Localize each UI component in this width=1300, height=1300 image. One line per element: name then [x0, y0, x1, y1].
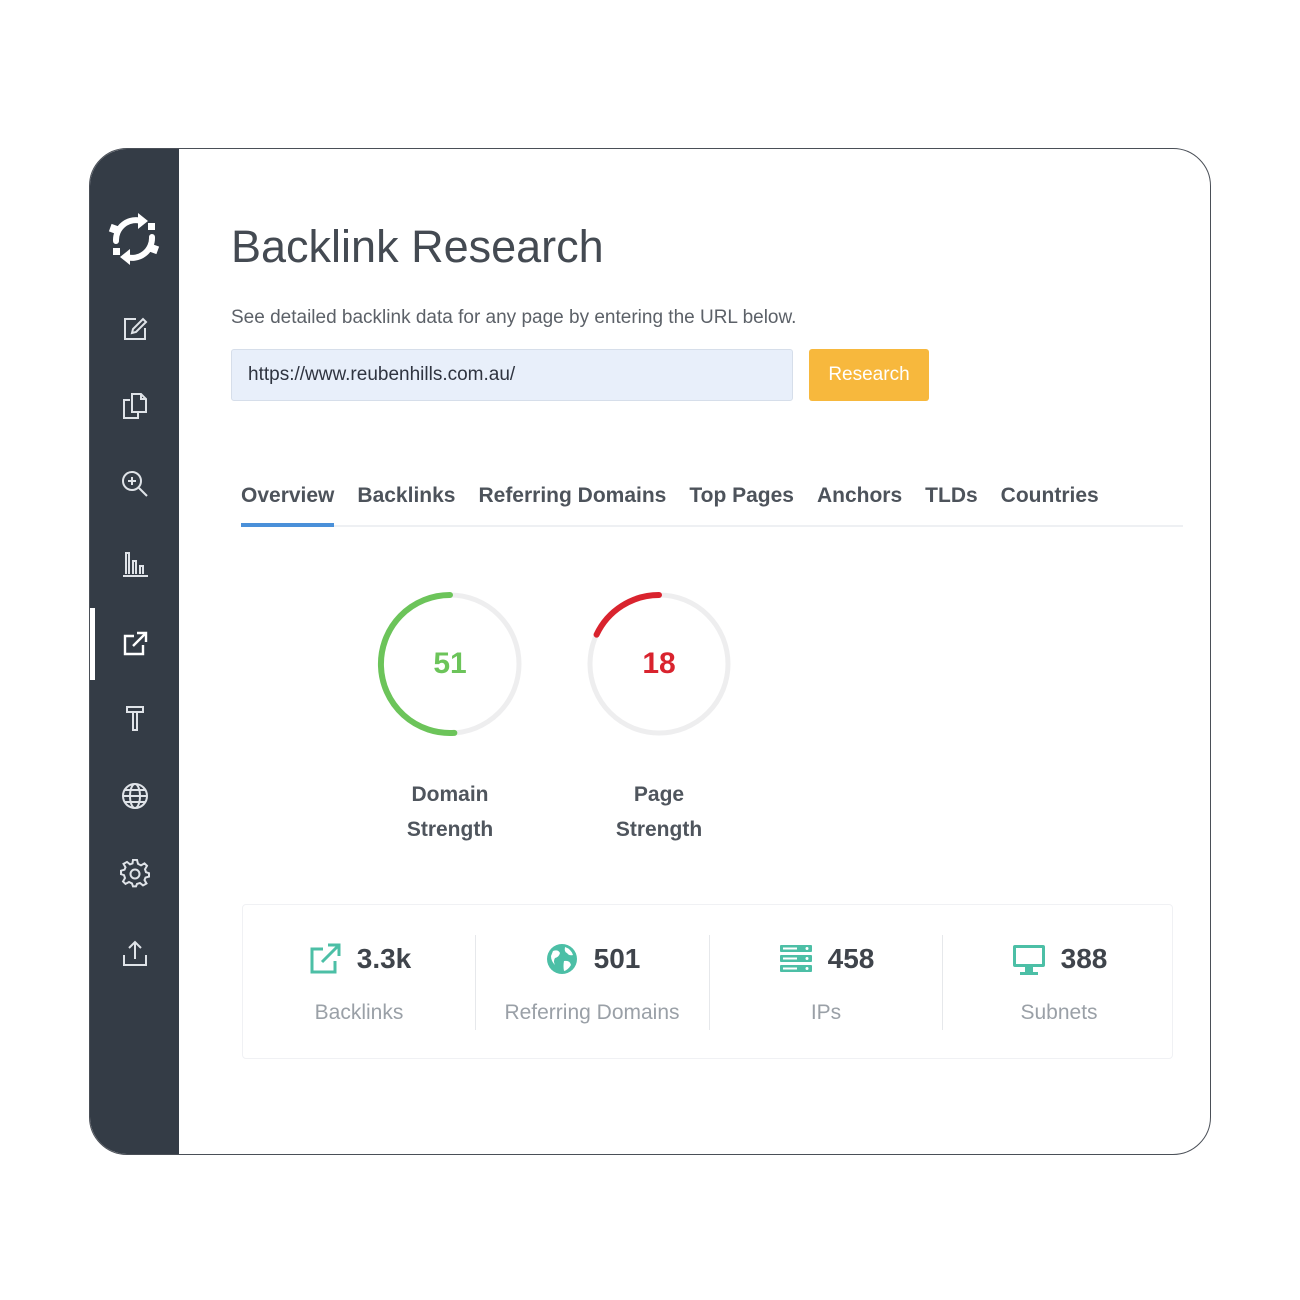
tab-tlds[interactable]: TLDs: [925, 481, 978, 525]
sidebar-item-research[interactable]: [90, 448, 179, 520]
page-strength-label: Page Strength: [579, 777, 739, 847]
globe-icon: [546, 944, 577, 974]
stat-ips-value: 458: [827, 943, 875, 974]
research-button[interactable]: Research: [809, 349, 929, 401]
domain-strength-value: 51: [433, 647, 467, 680]
stat-referring-domains[interactable]: 501 Referring Domains: [476, 905, 708, 1060]
tab-backlinks[interactable]: Backlinks: [357, 481, 455, 525]
page-strength-label-line1: Page: [633, 783, 685, 806]
edit-icon: [123, 317, 147, 340]
upload-icon: [122, 940, 147, 966]
tab-countries[interactable]: Countries: [1001, 481, 1099, 525]
globe-icon: [121, 783, 148, 809]
sidebar-item-tools[interactable]: [90, 682, 179, 754]
hammer-icon: [125, 706, 144, 731]
sidebar-item-export[interactable]: [90, 917, 179, 989]
gear-icon: [119, 859, 150, 888]
domain-strength-label-line2: Strength: [406, 818, 494, 841]
stat-referring-domains-label: Referring Domains: [504, 1001, 680, 1024]
main-content: Backlink Research See detailed backlink …: [179, 149, 1210, 1154]
tab-bar: Overview Backlinks Referring Domains Top…: [241, 481, 1183, 527]
sidebar-item-rankings[interactable]: [90, 528, 179, 600]
sidebar-item-settings[interactable]: [90, 838, 179, 910]
page-subtitle: See detailed backlink data for any page …: [231, 307, 797, 328]
stat-ips[interactable]: 458 IPs: [710, 905, 942, 1060]
search-zoom-icon: [121, 471, 148, 497]
copy-icon: [122, 393, 147, 419]
logo-icon[interactable]: [102, 207, 166, 271]
stat-subnets-value: 388: [1060, 943, 1108, 974]
tab-top-pages[interactable]: Top Pages: [689, 481, 794, 525]
external-link-icon: [310, 943, 341, 974]
stat-subnets-label: Subnets: [1020, 1001, 1098, 1024]
page-strength-value: 18: [642, 647, 676, 680]
domain-strength-gauge: 51: [375, 589, 525, 739]
stat-ips-label: IPs: [810, 1001, 842, 1024]
stat-backlinks-label: Backlinks: [314, 1001, 404, 1024]
stat-subnets[interactable]: 388 Subnets: [943, 905, 1175, 1060]
sidebar-item-edit[interactable]: [90, 293, 179, 365]
sidebar: [90, 149, 179, 1154]
server-icon: [779, 945, 812, 972]
sidebar-item-local[interactable]: [90, 760, 179, 832]
tab-anchors[interactable]: Anchors: [817, 481, 902, 525]
sidebar-item-pages[interactable]: [90, 370, 179, 442]
page-strength-gauge: 18: [584, 589, 734, 739]
app-window: Backlink Research See detailed backlink …: [89, 148, 1211, 1155]
external-link-icon: [123, 631, 147, 656]
sidebar-item-backlinks[interactable]: [90, 608, 179, 680]
domain-strength-label: Domain Strength: [370, 777, 530, 847]
bar-chart-icon: [122, 552, 148, 577]
tab-overview[interactable]: Overview: [241, 481, 335, 527]
monitor-icon: [1012, 945, 1045, 975]
domain-strength-label-line1: Domain: [411, 783, 489, 806]
stat-backlinks-value: 3.3k: [356, 943, 412, 974]
page-strength-label-line2: Strength: [615, 818, 703, 841]
tab-referring-domains[interactable]: Referring Domains: [478, 481, 666, 525]
stat-backlinks[interactable]: 3.3k Backlinks: [243, 905, 475, 1060]
stats-card: 3.3k Backlinks 501 Referring Domains 458…: [242, 904, 1173, 1059]
stat-referring-domains-value: 501: [593, 943, 641, 974]
url-input[interactable]: [231, 349, 793, 401]
page-title: Backlink Research: [231, 221, 604, 272]
